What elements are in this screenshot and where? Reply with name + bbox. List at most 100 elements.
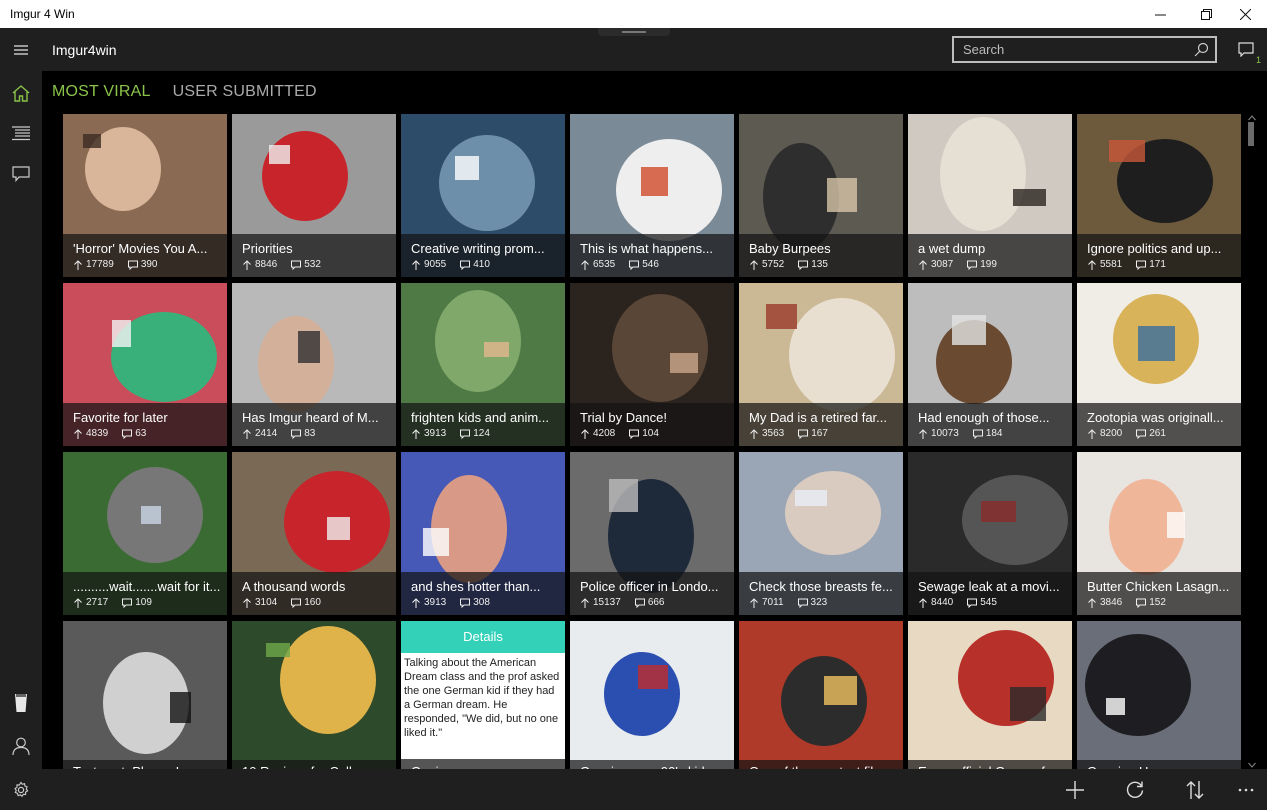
gallery-tile[interactable]: 'Horror' Movies You A... 17789 390 bbox=[63, 114, 227, 277]
tab-most-viral[interactable]: MOST VIRAL bbox=[52, 83, 151, 101]
upvote-icon bbox=[74, 597, 82, 608]
gallery-tile[interactable]: ..........wait.......wait for it... 2717 1… bbox=[63, 452, 227, 615]
search-input[interactable] bbox=[954, 38, 1184, 61]
gallery-tile[interactable]: 10 Recipes for College... bbox=[232, 621, 396, 769]
scrollbar-thumb[interactable] bbox=[1248, 122, 1254, 146]
gallery-tile[interactable]: Police officer in Londo... 15137 666 bbox=[570, 452, 734, 615]
gallery-tile[interactable]: Creative writing prom... 9055 410 bbox=[401, 114, 565, 277]
gallery-tile[interactable]: Ignore politics and up... 5581 171 bbox=[1077, 114, 1241, 277]
hamburger-icon bbox=[14, 44, 28, 55]
more-button[interactable] bbox=[1226, 769, 1266, 810]
tile-title: 'Horror' Movies You A... bbox=[73, 241, 208, 256]
gallery-tile[interactable]: Growing up a 90's kid... bbox=[570, 621, 734, 769]
gallery-tile[interactable]: Growing Up bbox=[1077, 621, 1241, 769]
tile-title: ..........wait.......wait for it... bbox=[73, 579, 221, 594]
gallery-tile[interactable]: Had enough of those... 10073 184 bbox=[908, 283, 1072, 446]
tile-title: Creative writing prom... bbox=[411, 241, 545, 256]
nav-account[interactable] bbox=[0, 726, 42, 766]
tile-thumbnail bbox=[232, 621, 396, 769]
comments-count: 390 bbox=[140, 259, 158, 270]
message-count-badge: 1 bbox=[1256, 55, 1262, 65]
details-header[interactable]: Details bbox=[401, 621, 565, 653]
gallery-tile[interactable]: Trial by Dance! 4208 104 bbox=[570, 283, 734, 446]
gallery-tile[interactable]: Favorite for later 4839 63 bbox=[63, 283, 227, 446]
sort-button[interactable] bbox=[1175, 769, 1215, 810]
tile-stats: 5752 135 bbox=[749, 259, 828, 270]
minimize-button[interactable] bbox=[1137, 0, 1183, 28]
gear-icon bbox=[14, 781, 29, 797]
gallery-tabs: MOST VIRAL USER SUBMITTED bbox=[52, 83, 317, 101]
add-button[interactable] bbox=[1055, 769, 1095, 810]
comments-count: 410 bbox=[473, 259, 490, 270]
comments-count: 261 bbox=[1149, 428, 1166, 439]
points-count: 7011 bbox=[762, 597, 784, 608]
gallery-tile[interactable]: Has Imgur heard of M... 2414 83 bbox=[232, 283, 396, 446]
tile-caption: Growing up a 90's kid... bbox=[570, 760, 734, 769]
gallery-tile[interactable]: This is what happens... 6535 546 bbox=[570, 114, 734, 277]
tile-caption: 'Horror' Movies You A... 17789 390 bbox=[63, 234, 227, 277]
points-count: 6535 bbox=[593, 259, 616, 270]
upvote-icon bbox=[1088, 428, 1096, 439]
tile-caption: Creative writing prom... 9055 410 bbox=[401, 234, 565, 277]
glass-icon bbox=[15, 694, 27, 712]
tile-caption: Every official Game of... bbox=[908, 760, 1072, 769]
gallery-tile[interactable]: My Dad is a retired far... 3563 167 bbox=[739, 283, 903, 446]
gallery-tile[interactable]: Zootopia was originall... 8200 261 bbox=[1077, 283, 1241, 446]
comment-count-icon bbox=[629, 429, 640, 439]
list-icon bbox=[12, 125, 30, 140]
comment-count-icon bbox=[798, 429, 809, 439]
tile-title: My Dad is a retired far... bbox=[749, 410, 887, 425]
gallery-tile[interactable]: Every official Game of... bbox=[908, 621, 1072, 769]
tile-stats: 10073 184 bbox=[918, 428, 1003, 439]
nav-home[interactable] bbox=[0, 73, 42, 113]
tile-stats: 3846 152 bbox=[1087, 597, 1166, 608]
gallery-tile[interactable]: a wet dump 3087 199 bbox=[908, 114, 1072, 277]
hamburger-menu-button[interactable] bbox=[0, 28, 42, 71]
tile-title: and shes hotter than... bbox=[411, 579, 541, 594]
gallery-tile[interactable]: Butter Chicken Lasagn... 3846 152 bbox=[1077, 452, 1241, 615]
close-button[interactable] bbox=[1222, 0, 1267, 28]
gallery-tile[interactable]: and shes hotter than... 3913 308 bbox=[401, 452, 565, 615]
drag-handle[interactable] bbox=[598, 28, 670, 36]
tile-title: Baby Burpees bbox=[749, 241, 831, 256]
tile-title: Trial by Dance! bbox=[580, 410, 667, 425]
app-header: Imgur4win 1 bbox=[0, 28, 1267, 71]
gallery-tile[interactable]: frighten kids and anim... 3913 124 bbox=[401, 283, 565, 446]
bottom-app-bar bbox=[0, 769, 1267, 810]
settings-button[interactable] bbox=[1, 769, 41, 810]
tile-title: Priorities bbox=[242, 241, 293, 256]
tile-stats: 9055 410 bbox=[411, 259, 490, 270]
gallery-scrollbar[interactable] bbox=[1246, 114, 1258, 769]
upvote-icon bbox=[750, 259, 758, 270]
comment-count-icon bbox=[460, 260, 471, 270]
gallery-tile[interactable]: One of the greatest fil... bbox=[739, 621, 903, 769]
nav-list[interactable] bbox=[0, 113, 42, 153]
tile-stats: 2414 83 bbox=[242, 428, 315, 439]
search-icon[interactable] bbox=[1194, 42, 1209, 57]
gallery-tile[interactable]: A thousand words 3104 160 bbox=[232, 452, 396, 615]
points-count: 15137 bbox=[593, 597, 621, 608]
gallery-tile[interactable]: Test post. Please Ignore bbox=[63, 621, 227, 769]
refresh-icon bbox=[1126, 781, 1144, 798]
tile-stats: 3087 199 bbox=[918, 259, 997, 270]
gallery-tile[interactable]: Priorities 8846 532 bbox=[232, 114, 396, 277]
close-icon bbox=[1239, 8, 1251, 20]
tile-caption: Butter Chicken Lasagn... 3846 152 bbox=[1077, 572, 1241, 615]
gallery-tile[interactable]: Details Talking about the American Dream … bbox=[401, 621, 565, 769]
comments-count: 308 bbox=[473, 597, 490, 608]
comments-count: 83 bbox=[304, 428, 316, 439]
minimize-icon bbox=[1154, 14, 1166, 15]
tile-caption: Baby Burpees 5752 135 bbox=[739, 234, 903, 277]
search-box[interactable] bbox=[952, 36, 1217, 63]
comments-count: 109 bbox=[135, 597, 152, 608]
more-icon bbox=[1238, 788, 1254, 791]
refresh-button[interactable] bbox=[1115, 769, 1155, 810]
nav-comments[interactable] bbox=[0, 154, 42, 194]
gallery-tile[interactable]: Baby Burpees 5752 135 bbox=[739, 114, 903, 277]
gallery-tile[interactable]: Check those breasts fe... 7011 323 bbox=[739, 452, 903, 615]
tab-user-submitted[interactable]: USER SUBMITTED bbox=[173, 83, 317, 101]
tile-title: Check those breasts fe... bbox=[749, 579, 893, 594]
gallery-tile[interactable]: Sewage leak at a movi... 8440 545 bbox=[908, 452, 1072, 615]
nav-glass[interactable] bbox=[0, 683, 42, 723]
upvote-icon bbox=[243, 428, 251, 439]
